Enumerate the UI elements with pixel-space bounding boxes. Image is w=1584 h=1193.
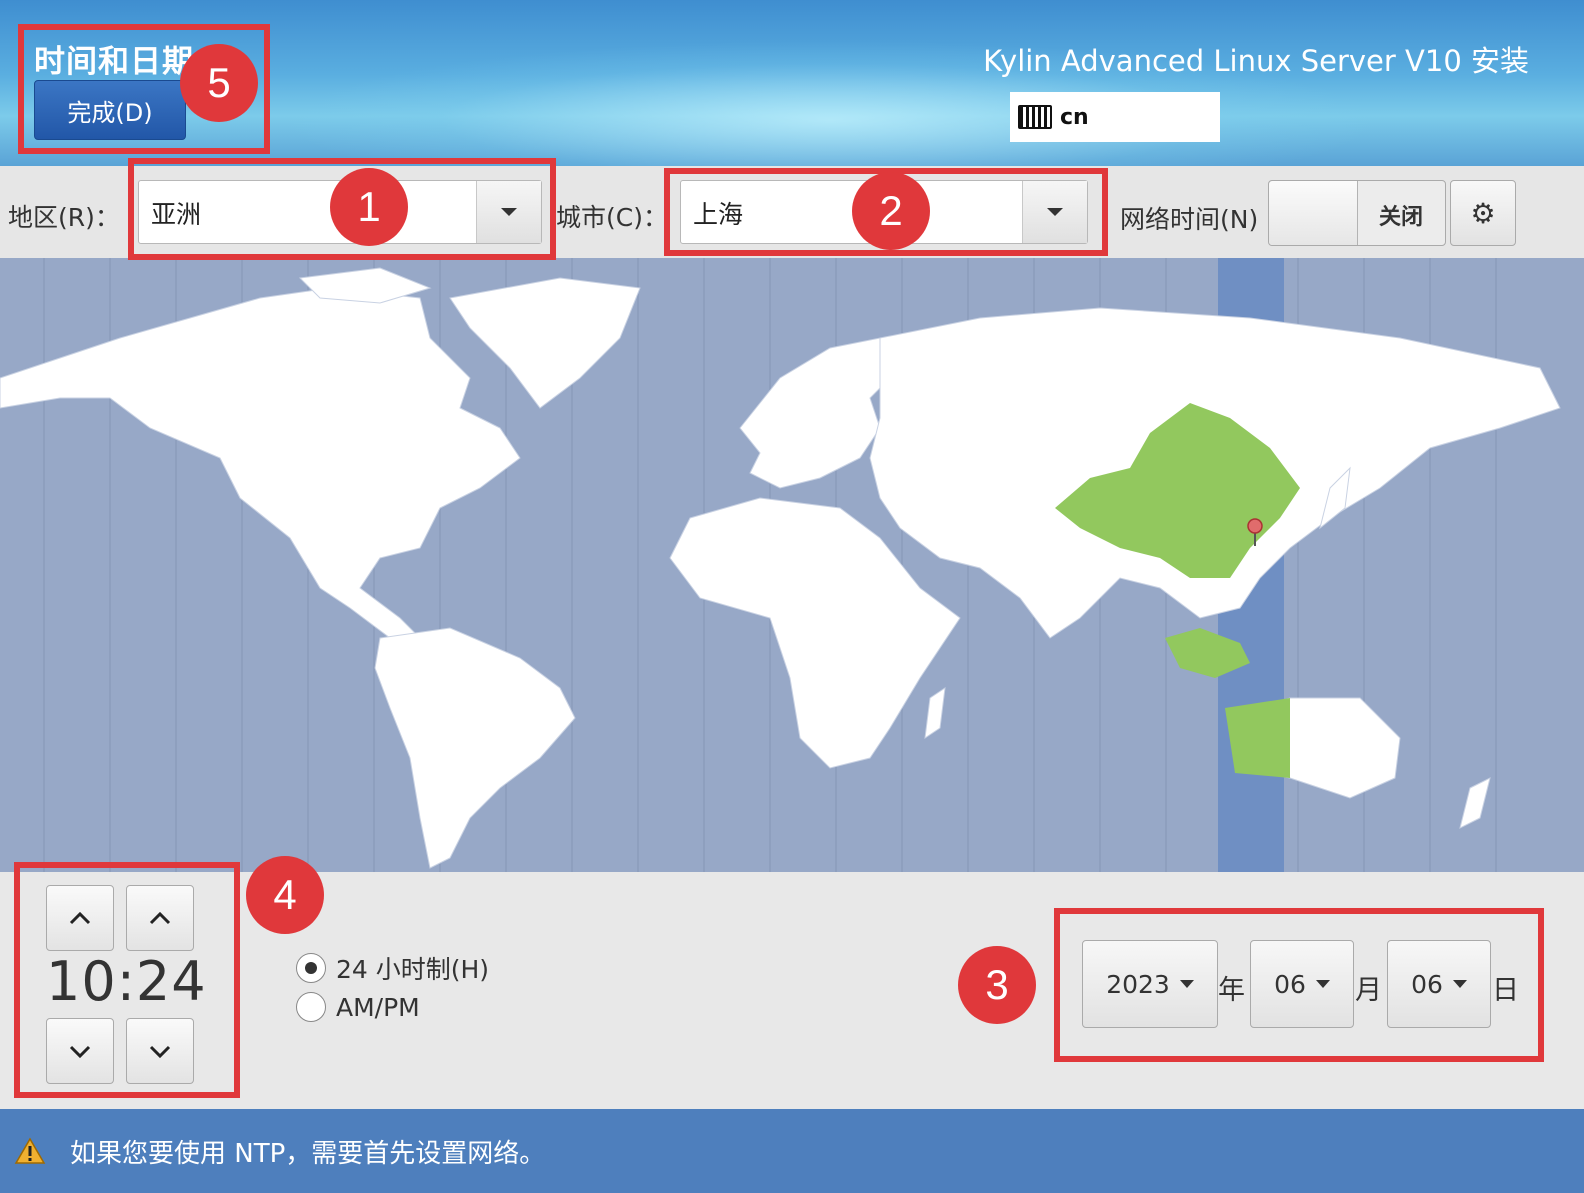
city-label: 城市(C)： <box>556 203 668 232</box>
keyboard-layout-indicator[interactable]: cn <box>1010 92 1220 142</box>
timezone-map[interactable] <box>0 258 1584 872</box>
switch-state-label: 关闭 <box>1378 205 1423 230</box>
annotation-badge-5: 5 <box>180 44 258 122</box>
status-bar: 如果您要使用 NTP，需要首先设置网络。 <box>0 1109 1584 1193</box>
region-label: 地区(R)： <box>8 203 120 232</box>
network-time-switch[interactable]: 关闭 <box>1268 180 1446 246</box>
switch-knob[interactable] <box>1269 181 1358 245</box>
annotation-box-4 <box>14 862 240 1098</box>
keyboard-icon <box>1018 105 1052 129</box>
format-24h-option[interactable]: 24 小时制(H) <box>296 950 489 986</box>
annotation-badge-4: 4 <box>246 856 324 934</box>
gear-icon: ⚙ <box>1470 196 1496 230</box>
network-time-label: 网络时间(N) <box>1120 205 1259 234</box>
warning-icon <box>14 1137 46 1164</box>
annotation-badge-3: 3 <box>958 946 1036 1024</box>
format-ampm-option[interactable]: AM/PM <box>296 992 420 1022</box>
format-24h-label: 24 小时制(H) <box>336 955 490 984</box>
keyboard-layout-label: cn <box>1060 104 1089 130</box>
status-message: 如果您要使用 NTP，需要首先设置网络。 <box>70 1138 546 1169</box>
ntp-settings-button[interactable]: ⚙ <box>1450 180 1516 246</box>
annotation-badge-2: 2 <box>852 172 930 250</box>
format-ampm-label: AM/PM <box>336 992 420 1022</box>
product-title: Kylin Advanced Linux Server V10 安装 <box>983 44 1529 78</box>
radio-24h[interactable] <box>296 953 326 983</box>
radio-ampm[interactable] <box>296 992 326 1022</box>
annotation-box-3 <box>1054 908 1544 1062</box>
annotation-badge-1: 1 <box>330 168 408 246</box>
